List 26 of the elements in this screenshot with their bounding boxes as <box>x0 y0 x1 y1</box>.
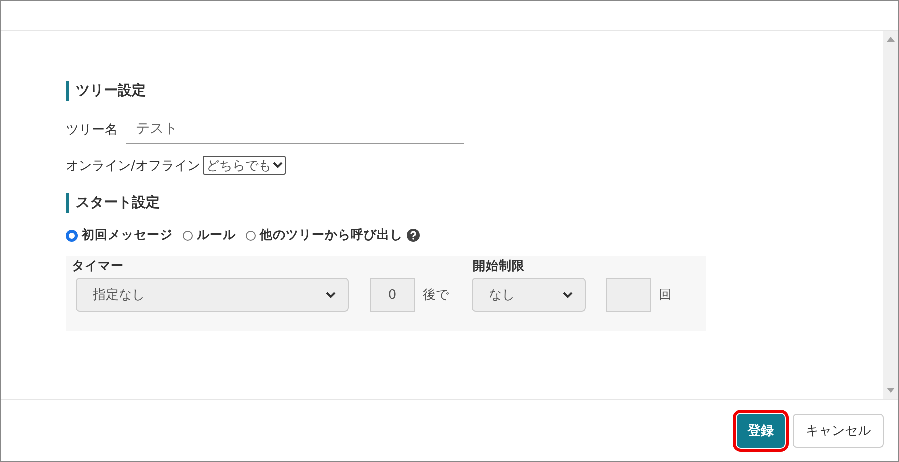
radio-button[interactable] <box>183 230 193 240</box>
help-icon[interactable] <box>407 229 420 242</box>
input-field[interactable]: テスト <box>126 115 464 144</box>
input-field[interactable] <box>606 278 651 312</box>
radio-button[interactable] <box>246 230 256 240</box>
scroll-down-icon[interactable] <box>886 388 894 393</box>
cancel-button[interactable]: キャンセル <box>793 414 884 448</box>
dropdown[interactable]: どちらでも <box>203 156 286 175</box>
field-label: ツリー名 <box>66 122 118 138</box>
field-label: オンライン/オフライン <box>66 158 200 174</box>
field-label: 回 <box>659 287 672 304</box>
radio-button[interactable] <box>66 230 78 242</box>
radio-label[interactable]: ルール <box>197 227 236 244</box>
chevron-icon <box>326 292 336 298</box>
dropdown[interactable]: 指定なし <box>76 278 349 312</box>
chevron-icon <box>563 292 573 298</box>
scroll-up-icon[interactable] <box>886 37 894 42</box>
input-field[interactable]: 0 <box>370 278 415 312</box>
chevron-icon <box>273 162 284 169</box>
field-label: タイマー <box>72 258 125 275</box>
radio-label[interactable]: 他のツリーから呼び出し <box>260 227 403 244</box>
radio-label[interactable]: 初回メッセージ <box>82 227 173 244</box>
dropdown[interactable]: なし <box>472 278 586 312</box>
field-label: 開始制限 <box>473 258 526 275</box>
field-label: 後で <box>423 287 449 304</box>
scrollbar[interactable] <box>883 31 898 399</box>
